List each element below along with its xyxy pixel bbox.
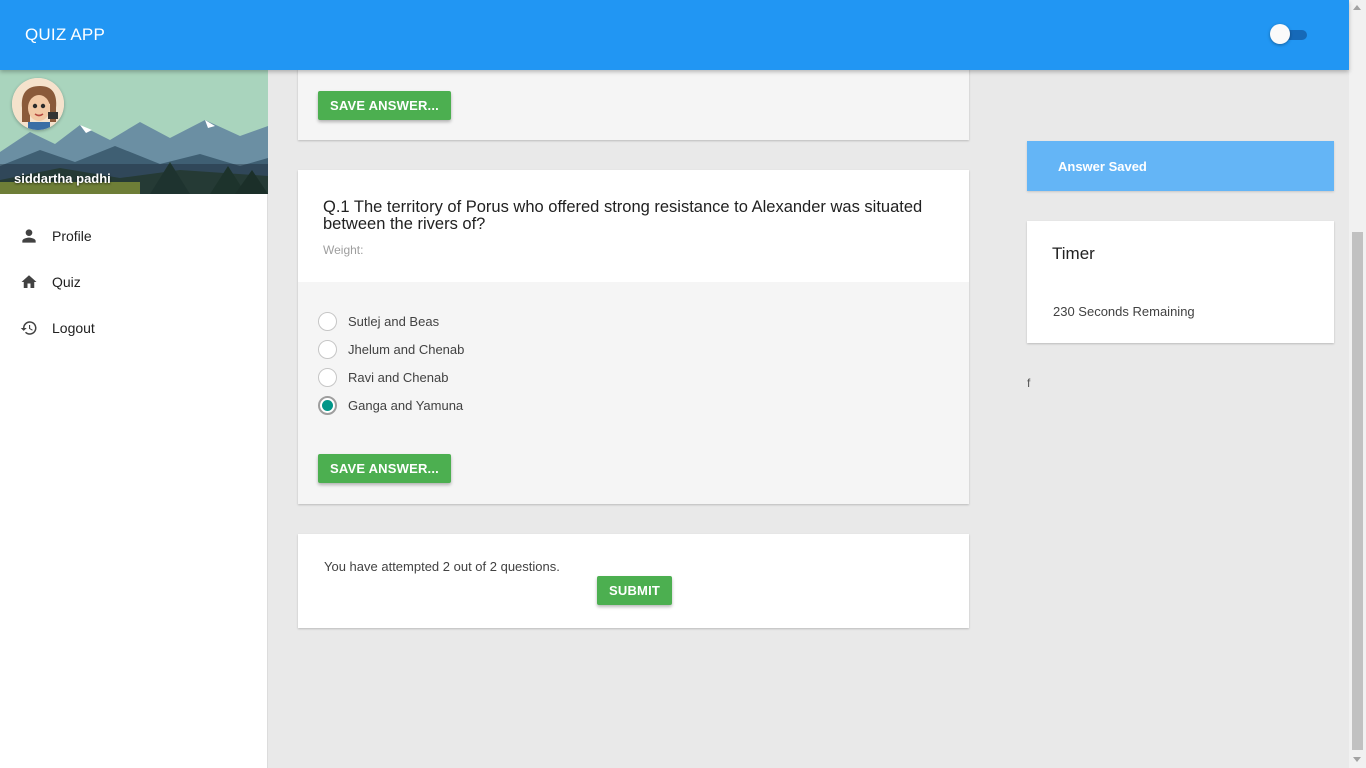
attempt-summary: You have attempted 2 out of 2 questions. [324,559,560,574]
timer-card: Timer 230 Seconds Remaining [1027,221,1334,343]
timer-remaining: 230 Seconds Remaining [1053,304,1195,319]
radio-button[interactable] [318,339,337,359]
answer-saved-banner: Answer Saved [1027,141,1334,191]
sidebar-header: siddartha padhi [0,70,268,194]
radio-button[interactable] [318,367,337,387]
option-sutlej-beas[interactable]: Sutlej and Beas [318,311,439,331]
save-answer-button[interactable]: SAVE ANSWER... [318,91,451,120]
theme-toggle[interactable] [1270,24,1308,46]
sidebar: siddartha padhi Profile Quiz Logout [0,70,268,768]
answer-saved-text: Answer Saved [1058,159,1147,174]
scroll-down-icon[interactable] [1353,757,1361,762]
question-card: Q.1 The territory of Porus who offered s… [298,170,969,504]
app-title: QUIZ APP [25,25,106,44]
option-ravi-chenab[interactable]: Ravi and Chenab [318,367,448,387]
app-bar: QUIZ APP [0,0,1349,70]
option-ganga-yamuna[interactable]: Ganga and Yamuna [318,395,463,415]
sidebar-item-quiz[interactable]: Quiz [0,260,268,304]
question-title: Q.1 The territory of Porus who offered s… [323,198,923,233]
radio-dot [322,399,333,411]
sidebar-item-label: Logout [52,320,95,336]
option-label: Jhelum and Chenab [348,341,465,357]
option-label: Ravi and Chenab [348,369,449,385]
save-answer-button[interactable]: SAVE ANSWER... [318,454,451,483]
avatar[interactable] [12,78,64,130]
options-area: Sutlej and Beas Jhelum and Chenab Ravi a… [298,282,969,504]
sidebar-item-label: Profile [52,228,92,244]
person-icon [19,226,39,246]
toggle-knob [1270,24,1290,44]
avatar-image [12,78,64,130]
scroll-thumb[interactable] [1352,232,1363,750]
history-icon [19,318,39,338]
submit-card: You have attempted 2 out of 2 questions.… [298,534,969,628]
sidebar-item-logout[interactable]: Logout [0,306,268,350]
stray-text: f [1027,376,1031,390]
sidebar-item-profile[interactable]: Profile [0,214,268,258]
option-jhelum-chenab[interactable]: Jhelum and Chenab [318,339,464,359]
option-label: Sutlej and Beas [348,313,440,329]
home-icon [19,272,39,292]
radio-button-checked[interactable] [318,395,337,415]
username: siddartha padhi [14,171,111,186]
sidebar-item-label: Quiz [52,274,81,290]
page-scrollbar[interactable] [1349,0,1366,768]
timer-title: Timer [1052,244,1095,263]
submit-button[interactable]: SUBMIT [597,576,673,605]
radio-button[interactable] [318,311,337,331]
question-weight: Weight: [323,243,364,257]
previous-question-card: SAVE ANSWER... [298,60,969,140]
scroll-up-icon[interactable] [1353,5,1361,10]
option-label: Ganga and Yamuna [348,397,464,413]
